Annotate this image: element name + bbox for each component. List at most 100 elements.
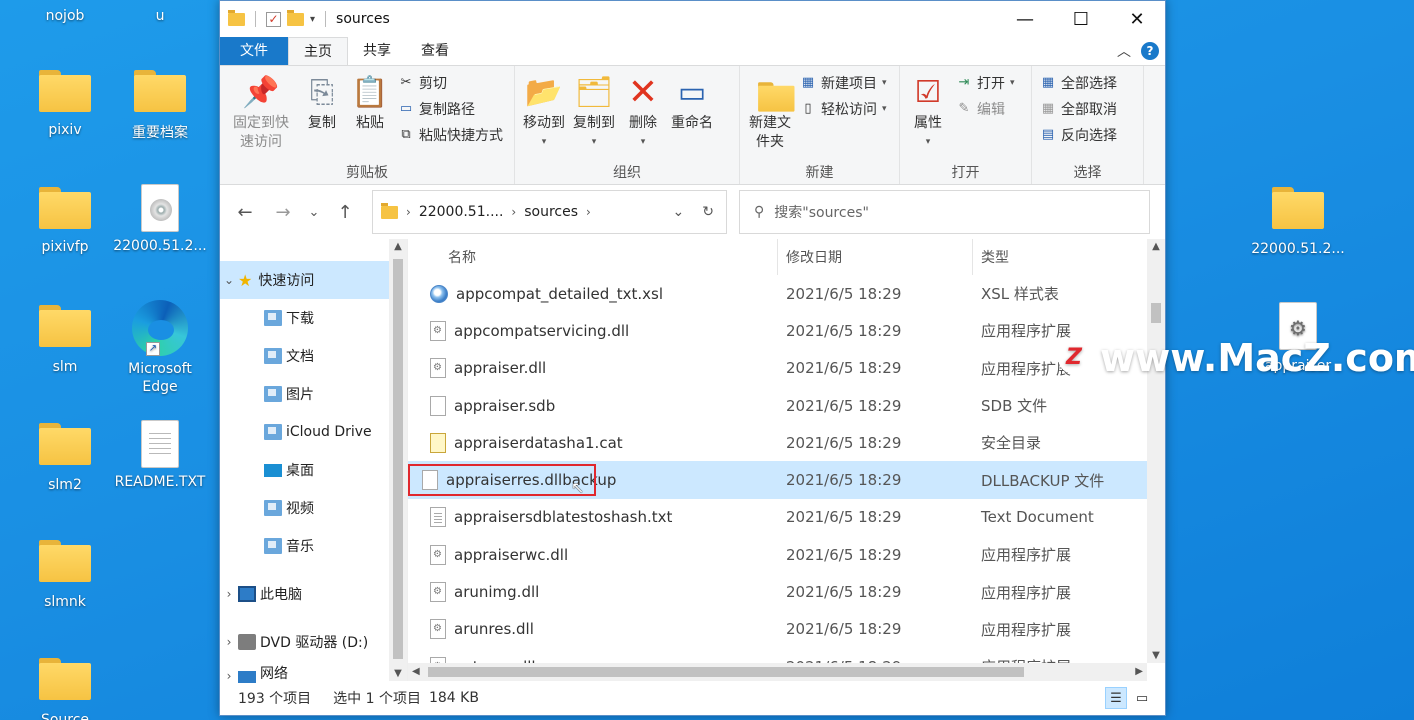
file-list-scrollbar[interactable]: ▲ ▼	[1147, 239, 1165, 663]
chevron-right-icon[interactable]: ›	[220, 587, 238, 601]
edit-button[interactable]: ✎ 编辑	[956, 98, 1015, 120]
breadcrumb-separator[interactable]: ›	[511, 205, 516, 219]
file-row[interactable]: appcompatservicing.dll2021/6/5 18:29应用程序…	[408, 312, 1165, 349]
scroll-up-arrow[interactable]: ▲	[389, 241, 407, 252]
desktop-icon-pixivfp[interactable]: pixivfp	[17, 187, 113, 255]
new-item-button[interactable]: ▦ 新建项目 ▾	[800, 72, 887, 94]
file-row[interactable]: appraiserdatasha1.cat 2021/6/5 18:29 安全目录	[408, 424, 1165, 461]
file-name-cell[interactable]: appraiserdatasha1.cat	[408, 432, 778, 453]
refresh-icon[interactable]: ↻	[702, 204, 714, 220]
file-row[interactable]: appraiserres.dllbackup 2021/6/5 18:29 DLLB…	[408, 461, 1165, 499]
new-folder-button[interactable]: 新建文件夹	[744, 72, 796, 162]
minimize-button[interactable]: —	[997, 1, 1053, 37]
tab-share[interactable]: 共享	[348, 37, 406, 65]
tab-file[interactable]: 文件	[220, 37, 288, 65]
search-box[interactable]: ⚲ 搜索"sources"	[739, 190, 1150, 234]
scrollbar-thumb[interactable]	[1151, 303, 1161, 323]
new-folder-icon[interactable]	[287, 9, 304, 26]
recent-locations-button[interactable]: ⌄	[304, 195, 324, 229]
column-header-name[interactable]: 名称	[408, 239, 778, 275]
desktop-icon-slm2[interactable]: slm2	[17, 423, 113, 493]
help-icon[interactable]: ?	[1141, 42, 1159, 60]
file-name-cell[interactable]: appraiserwc.dll	[408, 544, 778, 565]
nav-item-videos[interactable]: 视频	[220, 489, 407, 527]
properties-button[interactable]: ☑ 属性 ▾	[904, 72, 952, 162]
back-button[interactable]: ←	[228, 195, 262, 229]
breadcrumb-separator[interactable]: ›	[586, 205, 591, 219]
invert-selection-button[interactable]: ▤ 反向选择	[1040, 124, 1117, 146]
forward-button[interactable]: →	[266, 195, 300, 229]
file-row[interactable]: arunres.dll 2021/6/5 18:29 应用程序扩展	[408, 611, 1165, 648]
file-name-cell[interactable]: appcompat_detailed_txt.xsl	[408, 284, 778, 303]
cut-button[interactable]: ✂ 剪切	[398, 72, 503, 94]
rename-button[interactable]: ▭ 重命名	[667, 72, 717, 162]
nav-item-pictures[interactable]: 图片 📌	[220, 375, 407, 413]
desktop-icon-u[interactable]: u	[112, 8, 208, 24]
paste-shortcut-button[interactable]: ⧉ 粘贴快捷方式	[398, 124, 503, 146]
file-name-cell[interactable]: appcompatservicing.dll	[408, 320, 778, 341]
desktop-icon-readme[interactable]: README.TXT	[112, 420, 208, 490]
nav-item-dvd-drive[interactable]: › DVD 驱动器 (D:)	[220, 623, 407, 661]
file-name-cell[interactable]: appraiser.sdb	[408, 395, 778, 416]
breadcrumb-separator[interactable]: ›	[406, 205, 411, 219]
scroll-left-arrow[interactable]: ◀	[412, 663, 420, 681]
file-name-cell[interactable]: arunimg.dll	[408, 582, 778, 603]
tab-home[interactable]: 主页	[288, 37, 348, 65]
nav-item-quick-access[interactable]: ⌄ ★ 快速访问	[220, 261, 407, 299]
column-header-type[interactable]: 类型	[973, 239, 1165, 275]
open-button[interactable]: ⇥ 打开 ▾	[956, 72, 1015, 94]
file-row[interactable]: appraiser.sdb 2021/6/5 18:29 SDB 文件	[408, 387, 1165, 424]
file-name-cell[interactable]: arunres.dll	[408, 619, 778, 640]
desktop-icon-source[interactable]: Source	[17, 658, 113, 720]
scroll-down-arrow[interactable]: ▼	[1147, 650, 1165, 661]
move-to-button[interactable]: 📂 移动到 ▾	[519, 72, 569, 162]
desktop-icon-important[interactable]: 重要档案	[112, 70, 208, 142]
file-row[interactable]: appraisersdblatestoshash.txt 2021/6/5 18:…	[408, 499, 1165, 536]
column-header-date[interactable]: 修改日期	[778, 239, 973, 275]
delete-button[interactable]: ✕ 删除 ▾	[619, 72, 667, 162]
properties-check-icon[interactable]: ✓	[266, 11, 281, 27]
address-history-dropdown[interactable]: ⌄	[673, 204, 685, 220]
pin-to-quick-access-button[interactable]: 📌 固定到快速访问	[224, 72, 298, 162]
file-name-cell[interactable]: appraiser.dll	[408, 358, 778, 379]
scrollbar-thumb[interactable]	[428, 667, 1024, 677]
nav-scrollbar[interactable]: ▲ ▼	[389, 239, 407, 681]
large-icons-view-button[interactable]: ▭	[1131, 687, 1153, 709]
collapse-ribbon-icon[interactable]: ︿	[1117, 41, 1131, 61]
up-button[interactable]: ↑	[328, 195, 362, 229]
desktop-icon-slm[interactable]: slm	[17, 305, 113, 375]
chevron-right-icon[interactable]: ›	[220, 635, 238, 649]
desktop-icon-iso[interactable]: 22000.51.2...	[112, 184, 208, 254]
nav-item-desktop[interactable]: 桌面 📌	[220, 451, 407, 489]
copy-to-button[interactable]: 🗂 复制到 ▾	[569, 72, 619, 162]
file-name-cell[interactable]: appraiserres.dllbackup	[408, 464, 616, 497]
desktop-icon-edge[interactable]: ↗ Microsoft Edge	[112, 300, 208, 396]
paste-button[interactable]: 📋 粘贴	[346, 72, 394, 162]
close-button[interactable]: ✕	[1109, 1, 1165, 37]
scroll-up-arrow[interactable]: ▲	[1147, 241, 1165, 252]
copy-button[interactable]: ⎘ 复制	[298, 72, 346, 162]
nav-item-documents[interactable]: 文档 📌	[220, 337, 407, 375]
nav-item-network[interactable]: › 网络	[220, 661, 407, 683]
nav-item-icloud-drive[interactable]: iCloud Drive 📌	[220, 413, 407, 451]
file-row[interactable]: appcompat_detailed_txt.xsl 2021/6/5 18:29…	[408, 275, 1165, 312]
select-none-button[interactable]: ▦ 全部取消	[1040, 98, 1117, 120]
tab-view[interactable]: 查看	[406, 37, 464, 65]
easy-access-button[interactable]: ▯ 轻松访问 ▾	[800, 98, 886, 120]
breadcrumb-item[interactable]: sources	[524, 204, 578, 220]
breadcrumb-item[interactable]: 22000.51....	[419, 204, 504, 220]
desktop-icon-nojob[interactable]: nojob	[17, 8, 113, 24]
nav-item-downloads[interactable]: 下载 📌	[220, 299, 407, 337]
file-row[interactable]: appraiserwc.dll 2021/6/5 18:29 应用程序扩展	[408, 536, 1165, 573]
nav-item-this-pc[interactable]: › 此电脑	[220, 575, 407, 613]
desktop-icon-pixiv[interactable]: pixiv	[17, 70, 113, 138]
file-name-cell[interactable]: appraisersdblatestoshash.txt	[408, 507, 778, 528]
address-bar[interactable]: › 22000.51.... › sources › ⌄ ↻	[372, 190, 727, 234]
scroll-down-arrow[interactable]: ▼	[389, 668, 407, 679]
file-row[interactable]: appraiser.dll2021/6/5 18:29应用程序扩展	[408, 350, 1165, 387]
maximize-button[interactable]: ☐	[1053, 1, 1109, 37]
chevron-down-icon[interactable]: ⌄	[220, 273, 238, 287]
details-view-button[interactable]: ☰	[1105, 687, 1127, 709]
select-all-button[interactable]: ▦ 全部选择	[1040, 72, 1117, 94]
horizontal-scrollbar[interactable]: ◀ ▶	[408, 663, 1147, 681]
